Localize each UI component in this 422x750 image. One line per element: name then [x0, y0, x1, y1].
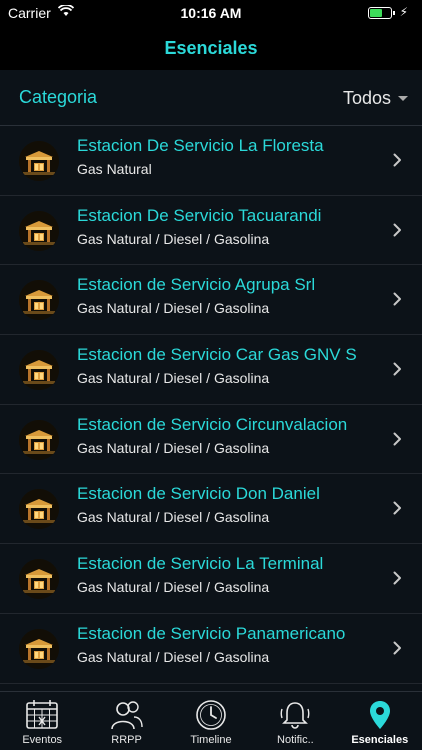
chevron-right-icon — [393, 571, 401, 585]
status-bar: Carrier 10:16 AM ⚡ — [0, 0, 422, 26]
station-row[interactable]: Estacion De Servicio La Floresta Gas Nat… — [0, 126, 422, 196]
tab-label: Timeline — [190, 734, 232, 746]
gas-station-image-icon — [19, 559, 59, 600]
gas-station-image-icon — [19, 489, 59, 530]
gas-station-image-icon — [19, 141, 59, 181]
station-name: Estacion de Servicio Agrupa Srl — [77, 275, 316, 295]
gas-station-image-icon — [19, 419, 59, 460]
tab-label: Eventos — [22, 734, 63, 746]
chevron-right-icon — [393, 153, 401, 167]
clock-icon — [196, 700, 226, 730]
page-title: Esenciales — [164, 38, 258, 58]
battery-icon — [368, 7, 395, 19]
station-fuels: Gas Natural / Diesel / Gasolina — [77, 300, 270, 317]
tab-eventos[interactable]: Eventos — [0, 692, 84, 750]
gas-station-image-icon — [19, 280, 59, 321]
bell-icon — [280, 702, 310, 729]
chevron-right-icon — [393, 292, 401, 306]
tab-timeline[interactable]: Timeline — [169, 692, 253, 750]
station-name: Estacion De Servicio Tacuarandi — [77, 205, 322, 225]
station-name: Estacion de Servicio Panamericano — [77, 623, 346, 643]
station-thumbnail — [19, 141, 59, 181]
station-thumbnail — [19, 489, 59, 530]
category-dropdown[interactable]: Todos — [343, 86, 408, 110]
station-row[interactable]: Estacion de Servicio Agrupa Srl Gas Natu… — [0, 265, 422, 336]
station-fuels: Gas Natural / Diesel / Gasolina — [77, 648, 270, 665]
station-name: Estacion de Servicio Circunvalacion — [77, 414, 348, 434]
station-row[interactable]: Estacion de Servicio Car Gas GNV S Gas N… — [0, 335, 422, 405]
dropdown-caret-icon — [398, 95, 408, 101]
station-thumbnail — [19, 559, 59, 600]
chevron-right-icon — [393, 432, 401, 446]
tab-label: Notific.. — [277, 734, 314, 746]
station-fuels: Gas Natural / Diesel / Gasolina — [77, 439, 270, 456]
station-row[interactable]: Estacion de Servicio Don Daniel Gas Natu… — [0, 474, 422, 545]
station-thumbnail — [19, 419, 59, 460]
station-row[interactable]: Estacion de Servicio Circunvalacion Gas … — [0, 405, 422, 475]
station-fuels: Gas Natural — [77, 161, 152, 177]
station-fuels: Gas Natural / Diesel / Gasolina — [77, 509, 270, 526]
tab-rrpp[interactable]: RRPP — [84, 692, 168, 750]
chevron-right-icon — [393, 641, 401, 655]
calendar-icon — [26, 700, 58, 729]
chevron-right-icon — [393, 223, 401, 237]
station-thumbnail — [19, 210, 59, 251]
tab-label: Esenciales — [351, 734, 409, 746]
gas-station-image-icon — [19, 350, 59, 391]
station-name: Estacion de Servicio Car Gas GNV S — [77, 345, 357, 365]
station-fuels: Gas Natural / Diesel / Gasolina — [77, 370, 270, 387]
gas-station-image-icon — [19, 628, 59, 669]
chevron-right-icon — [393, 501, 401, 515]
station-fuels: Gas Natural / Diesel / Gasolina — [77, 230, 270, 247]
station-row[interactable]: Estacion De Servicio Tacuarandi Gas Natu… — [0, 196, 422, 266]
tab-bar: Eventos RRPP Timeline Notific.. Esenciales — [0, 691, 422, 750]
navigation-bar: Esenciales — [0, 26, 422, 70]
station-thumbnail — [19, 350, 59, 391]
station-name: Estacion de Servicio La Terminal — [77, 554, 324, 574]
stations-list: Estacion De Servicio La Floresta Gas Nat… — [0, 126, 422, 691]
clock-time: 10:16 AM — [180, 5, 242, 21]
tab-label: RRPP — [111, 734, 142, 746]
category-selected-value: Todos — [342, 87, 391, 108]
location-pin-icon — [369, 701, 390, 729]
station-row[interactable]: Estacion de Servicio Panamericano Gas Na… — [0, 614, 422, 684]
chevron-right-icon — [393, 362, 401, 376]
station-row[interactable]: Estacion de Servicio La Terminal Gas Nat… — [0, 544, 422, 614]
people-icon — [110, 701, 143, 730]
category-label: Categoria — [19, 87, 98, 107]
tab-notific[interactable]: Notific.. — [253, 692, 337, 750]
station-thumbnail — [19, 628, 59, 669]
category-filter-row: Categoria Todos — [0, 70, 422, 126]
station-name: Estacion De Servicio La Floresta — [77, 136, 324, 155]
tab-esenciales[interactable]: Esenciales — [338, 692, 422, 750]
station-fuels: Gas Natural / Diesel / Gasolina — [77, 579, 270, 596]
station-thumbnail — [19, 280, 59, 321]
gas-station-image-icon — [19, 210, 59, 251]
charging-icon: ⚡ — [399, 5, 408, 19]
station-name: Estacion de Servicio Don Daniel — [77, 484, 320, 504]
